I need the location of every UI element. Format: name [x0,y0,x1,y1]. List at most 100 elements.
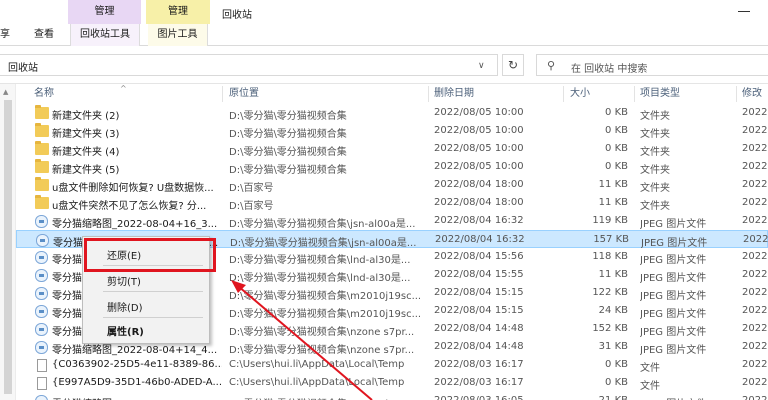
column-divider[interactable] [736,86,737,102]
modified-date: 2022 [742,323,768,334]
deleted-date: 2022/08/04 16:32 [435,234,525,245]
file-size: 157 KB [593,234,629,245]
search-input[interactable]: ⚲ 在 回收站 中搜索 [536,54,768,76]
file-name: 新建文件夹 (2) [52,111,120,122]
modified-date: 2022 [742,107,768,118]
refresh-icon[interactable]: ↻ [502,54,524,76]
original-location: D:\零分猫\零分猫视频合集\nzone s7pr... [229,345,415,356]
item-type: 文件 [640,381,660,392]
table-row[interactable]: u盘文件突然不见了怎么恢复? 分... D:\百家号 2022/08/04 18:0… [16,194,768,212]
item-type: JPEG 图片文件 [640,345,707,356]
modified-date: 2022 [742,197,768,208]
column-header-modified[interactable]: 修改 [742,84,762,104]
item-type: 文件夹 [640,183,670,194]
navigation-pane-scrollbar[interactable]: ▲ [0,84,16,400]
manage-context-tab-recycle[interactable]: 管理 [68,0,141,24]
table-row[interactable]: 新建文件夹 (2) D:\零分猫\零分猫视频合集 2022/08/05 10:00 0… [16,104,768,122]
original-location: D:\百家号 [229,183,274,194]
address-row: 回收站 ∨ ↻ ⚲ 在 回收站 中搜索 [0,46,768,84]
tab-view[interactable]: 查看 [26,24,62,46]
column-divider[interactable] [563,86,564,102]
table-row[interactable]: 新建文件夹 (3) D:\零分猫\零分猫视频合集 2022/08/05 10:00 0… [16,122,768,140]
column-divider[interactable] [428,86,429,102]
column-header-type[interactable]: 项目类型 [640,84,680,104]
item-type: 文件 [640,363,660,374]
item-type: JPEG 图片文件 [640,395,736,400]
chevron-down-icon[interactable]: ∨ [478,61,485,71]
file-name: u盘文件删除如何恢复? U盘数据恢... [52,183,214,194]
folder-icon [35,177,49,191]
jpeg-icon [35,215,48,228]
file-size: 21 KB [564,395,628,400]
minimize-icon[interactable] [738,11,750,12]
table-row[interactable]: 零分猫缩略图_2022-08-04+14_... D:\零分猫\零分猫视频合集\m… [16,392,768,400]
address-bar[interactable]: 回收站 ∨ [0,54,498,76]
modified-date: 2022 [742,215,768,226]
file-name: {E997A5D9-35D1-46b0-ADED-A... [52,377,222,388]
deleted-date: 2022/08/04 15:15 [434,287,524,298]
file-size: 24 KB [598,305,628,316]
file-size: 118 KB [592,251,628,262]
modified-date: 2022 [742,125,768,136]
title-bar: 管理 管理 回收站 [0,0,768,24]
file-size: 0 KB [605,143,628,154]
item-type: JPEG 图片文件 [640,291,707,302]
file-size: 0 KB [605,107,628,118]
file-name: 新建文件夹 (4) [52,147,120,158]
menu-item-cut[interactable]: 剪切(T) [107,273,141,288]
deleted-date: 2022/08/04 18:00 [434,197,524,208]
table-row[interactable]: {E997A5D9-35D1-46b0-ADED-A... C:\Users\hu… [16,374,768,392]
original-location: D:\零分猫\零分猫视频合集\jsn-al00a是... [230,238,417,249]
folder-icon [35,123,49,137]
file-size: 0 KB [605,161,628,172]
modified-date: 2022 [742,179,768,190]
menu-item-delete[interactable]: 删除(D) [107,299,143,314]
ribbon-tabs: 享 查看 回收站工具 图片工具 [0,24,768,46]
original-location: D:\零分猫\零分猫视频合集\lnd-al30是... [229,255,411,266]
address-path: 回收站 [8,63,38,74]
column-divider[interactable] [634,86,635,102]
item-type: JPEG 图片文件 [640,327,707,338]
original-location: D:\零分猫\零分猫视频合集\lnd-al30是... [229,273,411,284]
deleted-date: 2022/08/05 10:00 [434,125,524,136]
modified-date: 2022 [742,143,768,154]
tab-recycle-bin-tools[interactable]: 回收站工具 [70,24,140,46]
scroll-up-icon[interactable]: ▲ [3,88,8,96]
column-header-location[interactable]: 原位置 [229,84,259,104]
item-type: 文件夹 [640,111,670,122]
menu-separator [103,291,203,292]
folder-icon [35,141,49,155]
original-location: C:\Users\hui.li\AppData\Local\Temp [229,359,405,370]
deleted-date: 2022/08/04 15:15 [434,305,524,316]
column-divider[interactable] [222,86,223,102]
original-location: D:\零分猫\零分猫视频合集 [229,165,347,176]
original-location: D:\百家号 [229,201,274,212]
table-row[interactable]: 新建文件夹 (5) D:\零分猫\零分猫视频合集 2022/08/05 10:00 0… [16,158,768,176]
item-type: JPEG 图片文件 [640,219,707,230]
search-placeholder: 在 回收站 中搜索 [571,64,648,75]
tab-share[interactable]: 享 [0,24,14,46]
modified-date: 2022 [742,269,768,280]
modified-date: 2022 [742,341,768,352]
file-name: 新建文件夹 (3) [52,129,120,140]
file-size: 119 KB [592,215,628,226]
column-header-size[interactable]: 大小 [570,84,590,104]
file-size: 11 KB [598,269,628,280]
original-location: D:\零分猫\零分猫视频合集 [229,129,347,140]
modified-date: 2022 [742,377,768,388]
column-header-deleted[interactable]: 删除日期 [434,84,474,104]
modified-date: 2022 [742,251,768,262]
table-row[interactable]: 新建文件夹 (4) D:\零分猫\零分猫视频合集 2022/08/05 10:00 0… [16,140,768,158]
manage-context-tab-picture[interactable]: 管理 [146,0,210,24]
scrollbar-thumb[interactable] [4,100,12,394]
table-row[interactable]: u盘文件删除如何恢复? U盘数据恢... D:\百家号 2022/08/04 18:… [16,176,768,194]
original-location: C:\Users\hui.li\AppData\Local\Temp [229,377,405,388]
table-row[interactable]: 零分猫缩略图_2022-08-04+16_3... D:\零分猫\零分猫视频合集\… [16,212,768,230]
tab-picture-tools[interactable]: 图片工具 [148,24,208,46]
modified-date: 2022 [742,161,768,172]
table-row[interactable]: {C0363902-25D5-4e11-8389-86... C:\Users\h… [16,356,768,374]
sort-up-icon: ^ [120,84,127,93]
menu-item-properties[interactable]: 属性(R) [107,323,144,338]
file-size: 152 KB [592,323,628,334]
column-header-name[interactable]: 名称 [34,84,54,104]
